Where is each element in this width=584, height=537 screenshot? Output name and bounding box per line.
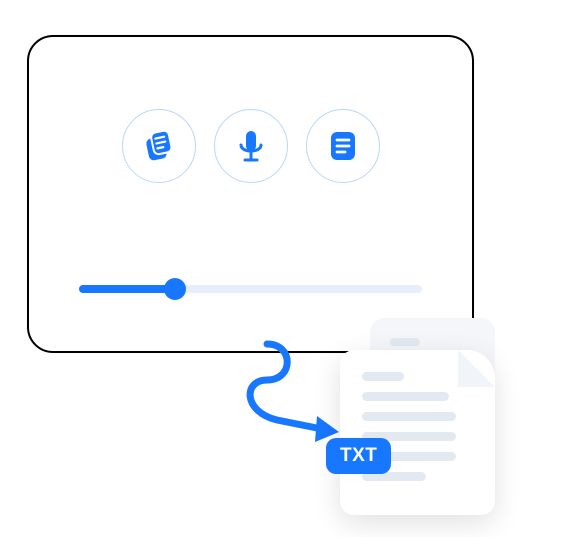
- note-icon: [323, 126, 363, 166]
- output-file: TXT: [340, 318, 512, 513]
- note-button[interactable]: [306, 109, 380, 183]
- flow-arrow: [219, 338, 349, 443]
- audio-transcribe-card: [27, 35, 474, 353]
- file-front-sheet: TXT: [340, 350, 495, 515]
- file-line: [362, 412, 456, 421]
- copy-cards-button[interactable]: [122, 109, 196, 183]
- microphone-button[interactable]: [214, 109, 288, 183]
- microphone-icon: [231, 126, 271, 166]
- file-line: [362, 392, 449, 401]
- progress-slider-fill: [79, 285, 175, 293]
- txt-badge: TXT: [326, 438, 391, 474]
- copy-cards-icon: [139, 126, 179, 166]
- action-icon-row: [122, 109, 380, 183]
- progress-slider[interactable]: [79, 285, 422, 293]
- progress-slider-thumb[interactable]: [164, 278, 186, 300]
- file-line: [362, 372, 404, 381]
